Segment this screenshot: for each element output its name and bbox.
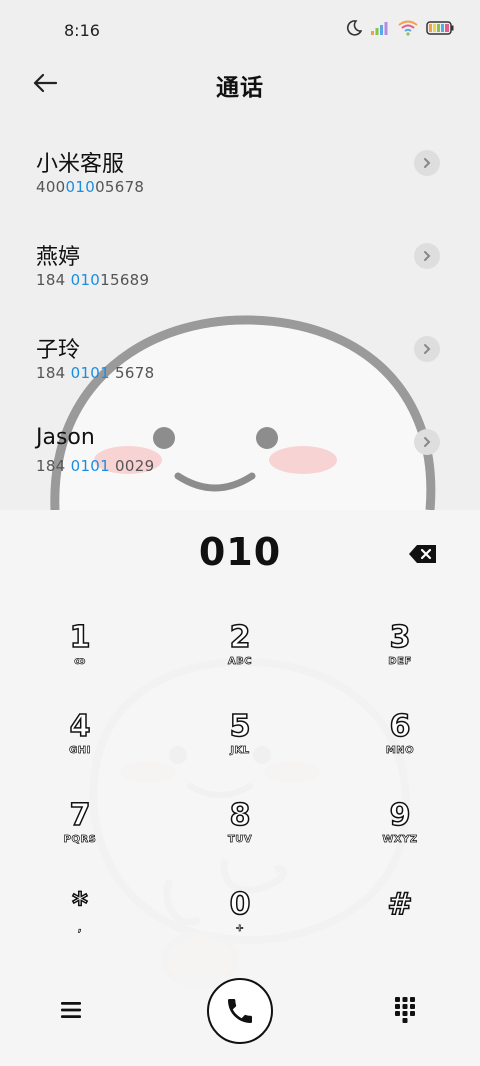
key-9[interactable]: 9 WXYZ bbox=[340, 797, 460, 878]
moon-icon bbox=[346, 20, 362, 36]
key-2[interactable]: 2 ABC bbox=[180, 619, 300, 700]
wifi-icon bbox=[398, 20, 418, 36]
key-letters: WXYZ bbox=[382, 834, 418, 846]
key-1[interactable]: 1 ꝏ bbox=[20, 619, 140, 700]
list-item[interactable]: Jason 184 0101 0029 bbox=[0, 405, 480, 498]
backspace-icon bbox=[409, 545, 436, 563]
key-letters: JKL bbox=[230, 745, 250, 757]
key-digit: * bbox=[71, 886, 88, 923]
contact-detail-button[interactable] bbox=[414, 336, 440, 362]
dial-panel: 010 1 ꝏ 2 ABC 3 DEF 4 GHI 5 JKL 6 MNO 7 … bbox=[0, 510, 480, 1066]
contact-number: 40001005678 bbox=[36, 178, 144, 196]
key-letters: + bbox=[235, 923, 245, 935]
contact-detail-button[interactable] bbox=[414, 243, 440, 269]
contact-detail-button[interactable] bbox=[414, 429, 440, 455]
list-item[interactable]: 燕婷 184 01015689 bbox=[0, 219, 480, 312]
dialpad-icon bbox=[395, 997, 415, 1023]
key-digit: 4 bbox=[69, 708, 91, 745]
header: 通话 bbox=[0, 62, 480, 106]
chevron-right-icon bbox=[424, 344, 431, 354]
key-digit: 6 bbox=[389, 708, 411, 745]
signal-icon bbox=[371, 22, 388, 35]
key-digit: 1 bbox=[69, 619, 91, 656]
key-6[interactable]: 6 MNO bbox=[340, 708, 460, 789]
chevron-right-icon bbox=[424, 158, 431, 168]
key-letters: ABC bbox=[227, 656, 253, 668]
key-star[interactable]: * , bbox=[20, 886, 140, 967]
number-part: 15689 bbox=[100, 271, 150, 289]
status-icons bbox=[346, 20, 454, 36]
status-bar: 8:16 bbox=[0, 0, 480, 62]
key-digit: 7 bbox=[69, 797, 91, 834]
number-part: 5678 bbox=[109, 364, 155, 382]
contact-number: 184 01015689 bbox=[36, 271, 149, 289]
number-match: 0101 bbox=[70, 457, 110, 475]
key-digit: 8 bbox=[229, 797, 251, 834]
keypad-toggle-button[interactable] bbox=[394, 996, 418, 1026]
contact-number: 184 0101 5678 bbox=[36, 364, 154, 382]
key-4[interactable]: 4 GHI bbox=[20, 708, 140, 789]
number-match: 0101 bbox=[70, 364, 110, 382]
contact-name: 小米客服 bbox=[36, 152, 125, 177]
key-7[interactable]: 7 PQRS bbox=[20, 797, 140, 878]
contact-name: Jason bbox=[36, 425, 95, 450]
key-3[interactable]: 3 DEF bbox=[340, 619, 460, 700]
call-button[interactable] bbox=[207, 978, 273, 1044]
key-letters: TUV bbox=[227, 834, 253, 846]
key-digit: 2 bbox=[229, 619, 251, 656]
number-part: 184 bbox=[36, 271, 71, 289]
number-part: 184 bbox=[36, 364, 71, 382]
key-digit: 3 bbox=[389, 619, 411, 656]
number-match: 010 bbox=[65, 178, 96, 196]
key-letters: MNO bbox=[385, 745, 415, 757]
chevron-right-icon bbox=[424, 437, 431, 447]
number-part: 400 bbox=[36, 178, 66, 196]
contact-detail-button[interactable] bbox=[414, 150, 440, 176]
phone-icon bbox=[228, 999, 252, 1023]
key-digit: 5 bbox=[229, 708, 251, 745]
key-digit: 9 bbox=[389, 797, 411, 834]
number-part: 05678 bbox=[95, 178, 145, 196]
number-match: 010 bbox=[70, 271, 101, 289]
dialer-bottom-bar bbox=[0, 978, 480, 1048]
backspace-button[interactable] bbox=[408, 544, 440, 564]
menu-button[interactable] bbox=[60, 1000, 86, 1024]
number-part: 184 bbox=[36, 457, 71, 475]
key-letters: DEF bbox=[388, 656, 412, 668]
contact-name: 燕婷 bbox=[36, 245, 81, 270]
list-item[interactable]: 小米客服 40001005678 bbox=[0, 126, 480, 219]
key-0[interactable]: 0 + bbox=[180, 886, 300, 967]
menu-icon bbox=[61, 1002, 81, 1018]
key-8[interactable]: 8 TUV bbox=[180, 797, 300, 878]
key-letters: GHI bbox=[69, 745, 91, 757]
number-part: 0029 bbox=[109, 457, 155, 475]
key-digit: # bbox=[387, 886, 414, 923]
contact-list: 小米客服 40001005678 燕婷 184 01015689 子玲 184 … bbox=[0, 126, 480, 498]
key-hash[interactable]: # bbox=[340, 886, 460, 967]
contact-number: 184 0101 0029 bbox=[36, 457, 154, 475]
battery-icon bbox=[426, 21, 454, 35]
voicemail-icon: ꝏ bbox=[74, 656, 86, 668]
chevron-right-icon bbox=[424, 251, 431, 261]
key-5[interactable]: 5 JKL bbox=[180, 708, 300, 789]
key-letters: , bbox=[77, 923, 83, 935]
key-letters: PQRS bbox=[63, 834, 97, 846]
list-item[interactable]: 子玲 184 0101 5678 bbox=[0, 312, 480, 405]
status-time: 8:16 bbox=[64, 21, 100, 40]
page-title: 通话 bbox=[216, 75, 264, 101]
key-digit: 0 bbox=[229, 886, 251, 923]
contact-name: 子玲 bbox=[36, 338, 81, 363]
